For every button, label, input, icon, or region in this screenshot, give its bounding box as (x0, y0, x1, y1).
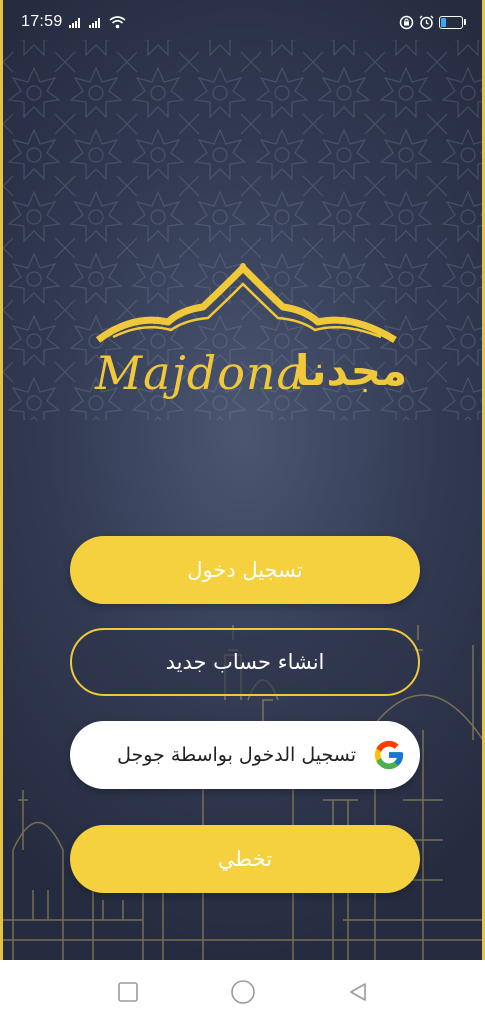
status-bar: 17:59 (3, 0, 482, 44)
welcome-screen: 17:59 Majdona مجدنا تسجيل دخول انشاء حسا… (0, 0, 485, 960)
wifi-icon (109, 15, 126, 28)
create-account-button-label: انشاء حساب جديد (165, 650, 325, 674)
battery-body (439, 15, 463, 29)
home-button[interactable] (228, 977, 258, 1007)
navigation-bar (0, 960, 485, 1024)
brand-name-arabic: مجدنا (295, 346, 408, 395)
back-button[interactable] (343, 977, 373, 1007)
battery-level (441, 17, 446, 27)
back-icon (349, 983, 366, 1001)
battery-icon (439, 15, 466, 29)
login-button[interactable]: تسجيل دخول (70, 536, 420, 604)
alarm-icon (419, 15, 434, 29)
battery-cap (464, 19, 466, 25)
recent-apps-button[interactable] (113, 977, 143, 1007)
google-sign-in-button[interactable]: تسجيل الدخول بواسطة جوجل (70, 721, 420, 789)
home-icon (230, 980, 255, 1004)
skip-button-label: تخطي (217, 847, 273, 871)
google-sign-in-label: تسجيل الدخول بواسطة جوجل (117, 744, 356, 766)
status-right (399, 15, 466, 30)
signal-icon (88, 18, 100, 28)
status-time: 17:59 (21, 13, 63, 30)
skip-button[interactable]: تخطي (70, 825, 420, 893)
create-account-button[interactable]: انشاء حساب جديد (70, 628, 420, 696)
status-left: 17:59 (21, 13, 126, 31)
brand-name-latin: Majdona (95, 346, 305, 400)
rotation-lock-icon (399, 15, 414, 29)
recent-apps-icon (117, 982, 138, 1002)
signal-icon (68, 18, 80, 28)
google-icon (374, 740, 404, 770)
login-button-label: تسجيل دخول (187, 558, 303, 582)
